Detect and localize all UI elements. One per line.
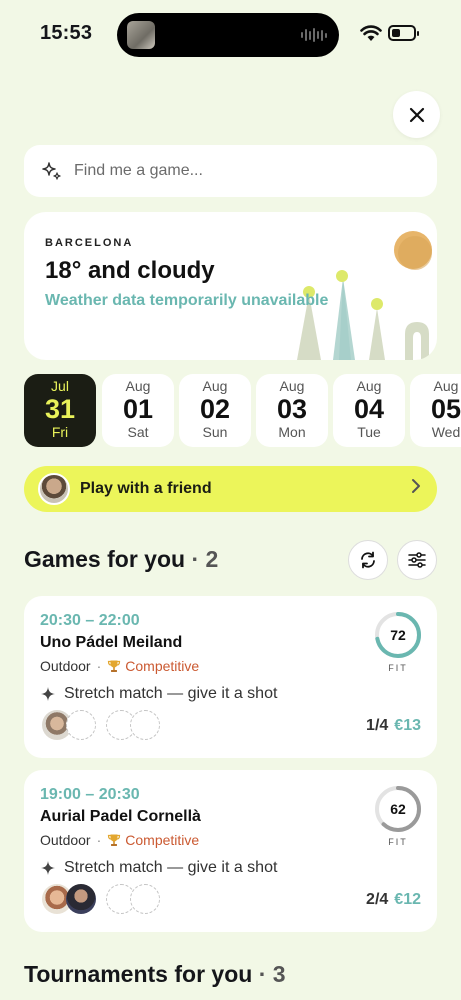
game-availability: 2/4 €12	[366, 891, 421, 909]
date-day: 04	[353, 394, 385, 424]
sparkle-icon	[41, 861, 55, 875]
status-time: 15:53	[40, 22, 93, 44]
now-playing-artwork	[127, 21, 155, 49]
fit-label: FIT	[388, 837, 408, 847]
game-availability: 1/4 €13	[366, 717, 421, 735]
date-weekday: Fri	[51, 424, 69, 440]
game-slots: 1/4	[366, 717, 389, 734]
date-month: Aug	[202, 378, 228, 394]
search-input[interactable]	[74, 162, 394, 180]
tournaments-section-title: Tournaments for you · 3	[24, 961, 286, 988]
wifi-icon	[360, 25, 382, 41]
game-level: Competitive	[125, 832, 200, 848]
weather-card: BARCELONA 18° and cloudy Weather data te…	[24, 212, 437, 360]
date-month: Aug	[433, 378, 459, 394]
game-price: €12	[394, 891, 421, 908]
date-aug-02[interactable]: Aug 02 Sun	[179, 374, 251, 447]
date-weekday: Mon	[278, 424, 306, 440]
date-selector: Jul 31 Fri Aug 01 Sat Aug 02 Sun Aug 03 …	[24, 374, 461, 448]
empty-player-slot[interactable]	[66, 710, 96, 740]
game-card[interactable]: 20:30 – 22:00 Uno Pádel Meiland Outdoor …	[24, 596, 437, 758]
empty-player-slot[interactable]	[130, 884, 160, 914]
separator-dot: ·	[96, 832, 102, 848]
game-card[interactable]: 19:00 – 20:30 Aurial Padel Cornellà Outd…	[24, 770, 437, 932]
games-count: · 2	[191, 546, 219, 572]
player-avatar	[66, 884, 96, 914]
fit-ring: 72	[375, 612, 421, 658]
game-meta: Outdoor · Competitive	[40, 832, 199, 848]
game-level: Competitive	[125, 658, 200, 674]
date-aug-01[interactable]: Aug 01 Sat	[102, 374, 174, 447]
game-slots: 2/4	[366, 891, 389, 908]
date-day: 31	[44, 394, 76, 424]
barcelona-skyline-illustration	[297, 231, 432, 360]
filter-button[interactable]	[397, 540, 437, 580]
trophy-icon	[108, 660, 121, 672]
game-note-text: Stretch match — give it a shot	[64, 859, 278, 876]
date-aug-05[interactable]: Aug 05 Wed	[410, 374, 461, 447]
game-meta: Outdoor · Competitive	[40, 658, 199, 674]
game-time: 20:30 – 22:00	[40, 612, 140, 629]
weather-note: Weather data temporarily unavailable	[45, 292, 329, 309]
play-with-friend-label: Play with a friend	[80, 480, 212, 497]
sliders-icon	[408, 552, 426, 568]
fit-ring: 62	[375, 786, 421, 832]
games-section-title: Games for you · 2	[24, 546, 218, 573]
game-venue: Aurial Padel Cornellà	[40, 808, 201, 825]
game-setting: Outdoor	[40, 658, 91, 674]
date-day: 05	[430, 394, 461, 424]
player-slots	[40, 884, 180, 916]
game-note: Stretch match — give it a shot	[40, 859, 277, 877]
date-weekday: Tue	[357, 424, 381, 440]
play-with-friend-button[interactable]: Play with a friend	[24, 466, 437, 512]
date-weekday: Wed	[431, 424, 461, 440]
refresh-button[interactable]	[348, 540, 388, 580]
separator-dot: ·	[96, 658, 102, 674]
refresh-icon	[361, 551, 375, 569]
battery-icon	[388, 25, 419, 41]
game-price: €13	[394, 717, 421, 734]
date-day: 03	[276, 394, 308, 424]
date-day: 01	[122, 394, 154, 424]
weather-summary: 18° and cloudy	[45, 257, 215, 284]
empty-player-slot[interactable]	[130, 710, 160, 740]
game-note-text: Stretch match — give it a shot	[64, 685, 278, 702]
game-time: 19:00 – 20:30	[40, 786, 140, 803]
game-setting: Outdoor	[40, 832, 91, 848]
games-title: Games for you	[24, 546, 186, 572]
audio-wave-icon	[301, 28, 327, 42]
chevron-right-icon	[411, 478, 421, 499]
close-button[interactable]	[393, 91, 440, 138]
trophy-icon	[108, 834, 121, 846]
close-icon	[409, 107, 424, 122]
date-weekday: Sun	[202, 424, 228, 440]
date-month: Aug	[279, 378, 305, 394]
date-month: Aug	[356, 378, 382, 394]
date-weekday: Sat	[127, 424, 149, 440]
fit-score: 72 FIT	[373, 610, 423, 673]
weather-city: BARCELONA	[45, 237, 134, 249]
date-aug-04[interactable]: Aug 04 Tue	[333, 374, 405, 447]
tournaments-title: Tournaments for you	[24, 961, 253, 987]
fit-score: 62 FIT	[373, 784, 423, 847]
dynamic-island	[117, 13, 339, 57]
tournaments-count: · 3	[258, 961, 286, 987]
sparkle-icon	[42, 162, 61, 180]
game-venue: Uno Pádel Meiland	[40, 634, 183, 651]
sparkle-icon	[41, 687, 55, 701]
fit-value: 62	[390, 801, 406, 817]
date-jul-31[interactable]: Jul 31 Fri	[24, 374, 96, 447]
date-month: Aug	[125, 378, 151, 394]
fit-label: FIT	[388, 663, 408, 673]
avatar	[38, 473, 70, 505]
player-slots	[40, 710, 180, 742]
status-bar: 15:53	[0, 0, 461, 70]
date-aug-03[interactable]: Aug 03 Mon	[256, 374, 328, 447]
date-day: 02	[199, 394, 231, 424]
game-note: Stretch match — give it a shot	[40, 685, 277, 703]
date-month: Jul	[51, 378, 69, 394]
search-bar[interactable]	[24, 145, 437, 197]
fit-value: 72	[390, 627, 406, 643]
